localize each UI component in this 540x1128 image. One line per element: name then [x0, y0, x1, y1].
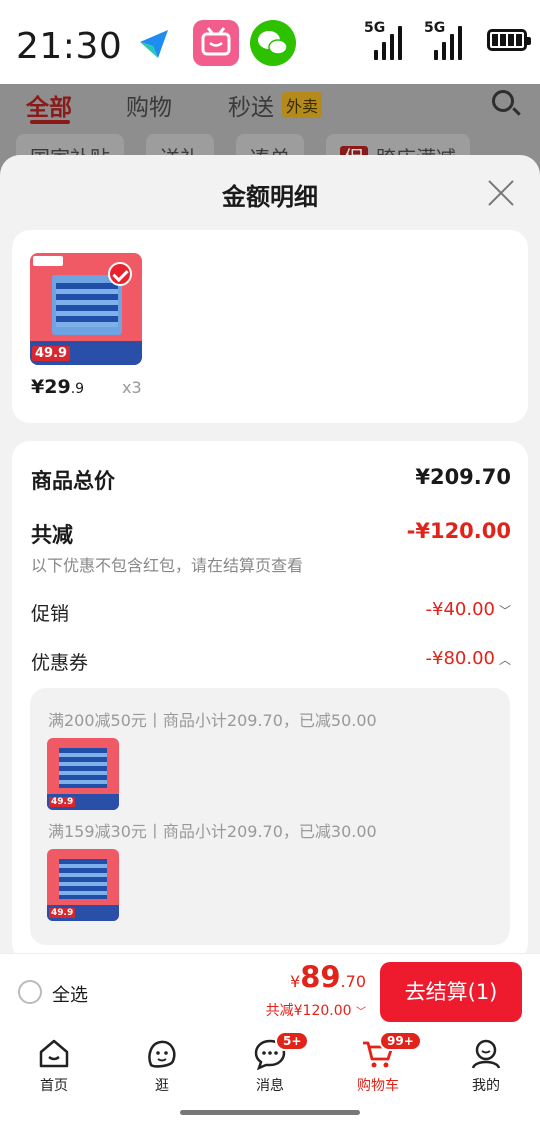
coupon-detail-box: 满200减50元丨商品小计209.70，已减50.00 49.9 满159减30…: [30, 688, 510, 945]
coupon-product-thumb: 49.9: [47, 738, 119, 810]
tab-label: 购物车: [357, 1078, 399, 1094]
total-value: ¥209.70: [415, 465, 511, 489]
total-label: 商品总价: [31, 469, 115, 493]
promo-value: -¥40.00: [425, 599, 495, 620]
tab-cart[interactable]: 99+ 购物车: [338, 1031, 422, 1095]
coupon-value: -¥80.00: [425, 648, 495, 669]
total-int: 89: [300, 960, 341, 994]
checkout-button[interactable]: 去结算(1): [380, 962, 522, 1022]
status-bar: 21:30 5G 5G: [0, 0, 540, 84]
coupon-product-thumb: 49.9: [47, 849, 119, 921]
takeout-badge: 外卖: [282, 92, 323, 118]
product-quantity: x3: [122, 378, 142, 397]
chevron-down-icon: ﹀: [356, 1007, 366, 1018]
tab-messages[interactable]: 5+ 消息: [230, 1031, 310, 1095]
select-all-label[interactable]: 全选: [52, 981, 88, 1007]
brand-logo: [33, 256, 63, 266]
sheet-title: 金额明细: [222, 183, 318, 211]
checkout-bar: 全选 ¥89.70 共减¥120.00 ﹀ 去结算(1): [0, 953, 540, 1029]
checkout-total: ¥89.70: [290, 960, 366, 994]
image-price-tag: 49.9: [32, 346, 71, 361]
total-dec: .70: [340, 972, 366, 991]
signal-bars-icon: [434, 22, 462, 60]
price-symbol: ¥: [31, 376, 45, 398]
discount-row: 共减 -¥120.00: [31, 519, 511, 549]
product-card: 49.9 ¥29.9 x3: [12, 230, 528, 423]
battery-icon: [487, 29, 531, 51]
wechat-app-icon: [250, 20, 296, 66]
cart-icon: 99+: [361, 1031, 422, 1071]
promo-label: 促销: [31, 603, 70, 625]
search-icon[interactable]: [492, 90, 514, 112]
discount-note: 以下优惠不包含红包，请在结算页查看: [31, 556, 304, 575]
discount-value: -¥120.00: [406, 519, 511, 543]
bilibili-app-icon: [193, 20, 239, 66]
status-time: 21:30: [16, 26, 123, 67]
discount-label: 共减: [31, 523, 73, 547]
coupon-line: 满200减50元丨商品小计209.70，已减50.00: [48, 711, 377, 730]
tab-all[interactable]: 全部: [26, 88, 72, 122]
coupon-value-wrap: -¥80.00 ︿: [426, 648, 512, 669]
message-icon: 5+: [253, 1031, 310, 1071]
saved-amount[interactable]: 共减¥120.00 ﹀: [266, 1000, 366, 1020]
product-price: ¥29.9: [31, 376, 84, 398]
feishu-app-icon: [132, 20, 178, 66]
total-currency: ¥: [290, 972, 301, 991]
price-dec: .9: [70, 381, 85, 397]
profile-icon: [469, 1037, 503, 1071]
thumb-price-tag: 49.9: [49, 908, 76, 918]
tab-instant[interactable]: 秒送: [228, 88, 274, 122]
total-row: 商品总价 ¥209.70: [31, 465, 511, 495]
message-badge: 5+: [275, 1031, 310, 1051]
tab-profile[interactable]: 我的: [446, 1037, 526, 1095]
chevron-down-icon: ﹀: [498, 603, 511, 618]
selected-check-icon[interactable]: [108, 262, 132, 286]
tab-label: 消息: [256, 1078, 284, 1094]
coupon-line: 满159减30元丨商品小计209.70，已减30.00: [48, 822, 377, 841]
chevron-up-icon: ︿: [498, 652, 511, 667]
signal-bars-icon: [374, 22, 402, 60]
saved-text: 共减¥120.00: [265, 1003, 352, 1019]
coupon-row[interactable]: 优惠券 -¥80.00 ︿: [31, 648, 511, 675]
coupon-label: 优惠券: [31, 652, 89, 674]
tab-shopping[interactable]: 购物: [126, 88, 172, 122]
tab-label: 首页: [40, 1078, 68, 1094]
tab-label: 逛: [155, 1078, 169, 1094]
promo-row[interactable]: 促销 -¥40.00 ﹀: [31, 599, 511, 626]
browse-icon: [145, 1037, 179, 1071]
home-icon: [37, 1037, 71, 1071]
tissue-pack: [52, 275, 122, 335]
home-indicator[interactable]: [180, 1110, 360, 1115]
price-detail-card: 商品总价 ¥209.70 共减 -¥120.00 以下优惠不包含红包，请在结算页…: [12, 441, 528, 961]
select-all-radio[interactable]: [18, 980, 42, 1004]
tab-label: 我的: [472, 1078, 500, 1094]
tab-home[interactable]: 首页: [14, 1037, 94, 1095]
close-icon[interactable]: [488, 179, 516, 207]
cart-badge: 99+: [379, 1031, 422, 1051]
tab-underline: [30, 120, 70, 124]
tab-browse[interactable]: 逛: [122, 1037, 202, 1095]
price-int: 29: [44, 376, 71, 398]
thumb-price-tag: 49.9: [49, 797, 76, 807]
promo-value-wrap: -¥40.00 ﹀: [426, 599, 512, 620]
